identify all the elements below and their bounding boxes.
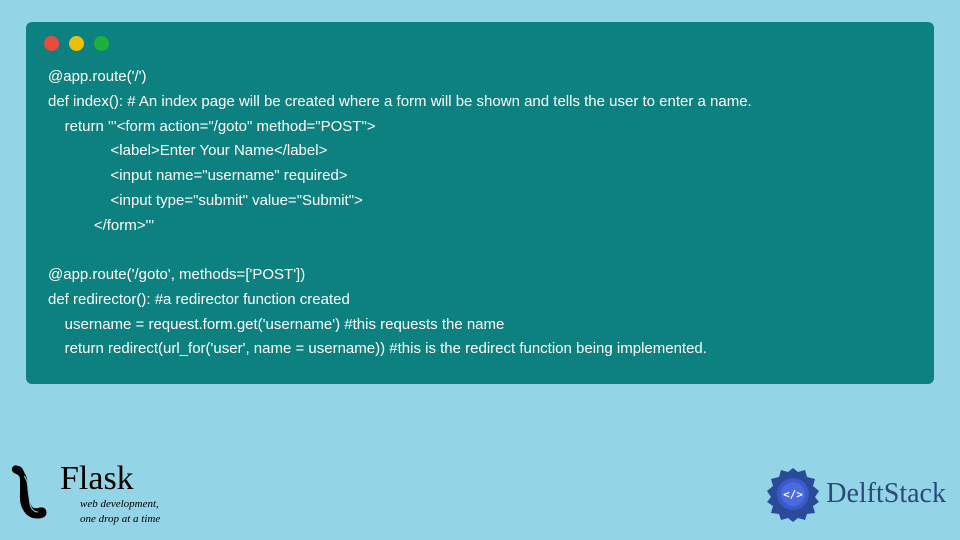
- flask-horn-icon: [8, 462, 54, 526]
- code-line: return '''<form action="/goto" method="P…: [48, 118, 376, 135]
- delftstack-gear-icon: </>: [764, 465, 822, 523]
- code-line: <input type="submit" value="Submit">: [48, 192, 363, 209]
- flask-subtitle-1: web development,: [80, 498, 160, 511]
- flask-logo: Flask web development, one drop at a tim…: [8, 462, 160, 526]
- code-line: username = request.form.get('username') …: [48, 316, 504, 333]
- window-controls: [26, 22, 934, 59]
- code-line: <label>Enter Your Name</label>: [48, 142, 327, 159]
- code-line: return redirect(url_for('user', name = u…: [48, 340, 707, 357]
- delftstack-title: DelftStack: [826, 478, 946, 510]
- flask-subtitle-2: one drop at a time: [80, 513, 160, 526]
- code-line: @app.route('/goto', methods=['POST']): [48, 266, 305, 283]
- code-line: def index(): # An index page will be cre…: [48, 93, 752, 110]
- code-content: @app.route('/') def index(): # An index …: [26, 59, 934, 368]
- code-line: </form>''': [48, 217, 154, 234]
- flask-title: Flask: [60, 462, 160, 496]
- code-line: def redirector(): #a redirector function…: [48, 291, 350, 308]
- code-line: @app.route('/'): [48, 68, 147, 85]
- code-window: @app.route('/') def index(): # An index …: [26, 22, 934, 384]
- logo-bar: Flask web development, one drop at a tim…: [0, 462, 960, 526]
- svg-text:</>: </>: [783, 488, 803, 501]
- code-line: <input name="username" required>: [48, 167, 348, 184]
- flask-text: Flask web development, one drop at a tim…: [60, 462, 160, 525]
- maximize-dot-icon: [94, 36, 109, 51]
- minimize-dot-icon: [69, 36, 84, 51]
- delftstack-logo: </> DelftStack: [764, 465, 946, 523]
- close-dot-icon: [44, 36, 59, 51]
